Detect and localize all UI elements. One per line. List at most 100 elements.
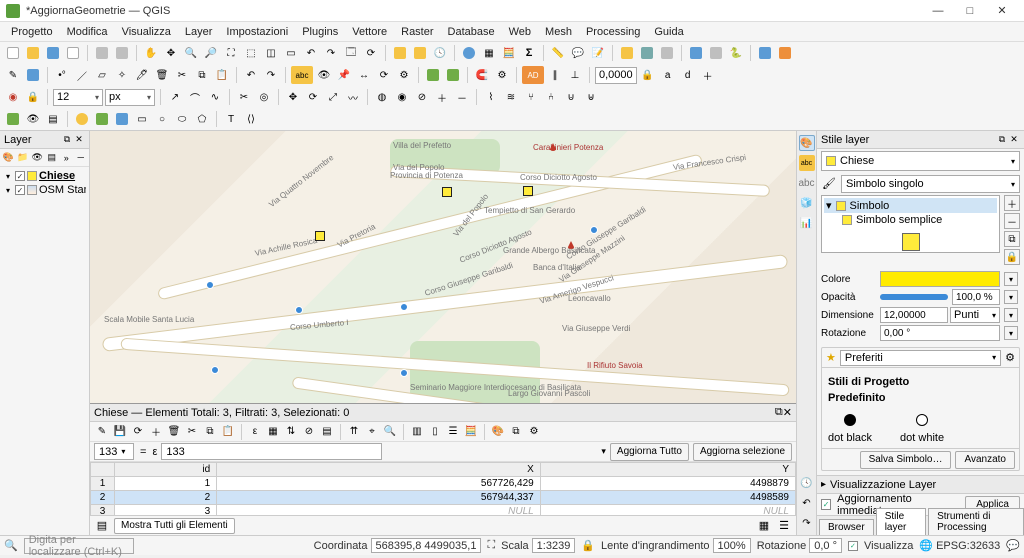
modify-attrs-button[interactable]: 🖊: [133, 66, 151, 84]
add-point-button[interactable]: •°: [53, 66, 71, 84]
field-calc-button[interactable]: 🧮: [463, 424, 479, 440]
size-unit-combo[interactable]: Punti: [950, 307, 1000, 323]
col-y[interactable]: Y: [540, 463, 795, 477]
copy-features-button[interactable]: ⧉: [202, 424, 218, 440]
feature-marker[interactable]: [315, 231, 325, 241]
form-view-button2[interactable]: ☰: [776, 518, 792, 534]
menu-processing[interactable]: Processing: [579, 24, 647, 40]
coord-box[interactable]: 0,0000: [595, 67, 637, 84]
zoom-in-button[interactable]: 🔍: [182, 44, 200, 62]
symbol-tree-root[interactable]: ▾ Simbolo: [824, 198, 997, 213]
layer-row-osm[interactable]: ▾ ✓ OSM Standard: [3, 183, 86, 197]
merge-attrs-button[interactable]: ⊎: [582, 88, 600, 106]
diagram-button[interactable]: [444, 66, 462, 84]
buffer-button[interactable]: ◎: [255, 88, 273, 106]
view-button[interactable]: 👁: [24, 110, 42, 128]
invert-sel-button[interactable]: ⇅: [283, 424, 299, 440]
delete-part-button[interactable]: －: [453, 88, 471, 106]
layer-checkbox[interactable]: ✓: [15, 171, 25, 181]
paste-button[interactable]: 📋: [213, 66, 231, 84]
diagrams-tab[interactable]: 📊: [799, 215, 815, 231]
vertex-tool-button[interactable]: ✧: [113, 66, 131, 84]
actions-button[interactable]: ⚙: [526, 424, 542, 440]
remove-symbol-layer-button[interactable]: －: [1004, 213, 1020, 229]
layer-filter-button[interactable]: ▤: [46, 151, 59, 165]
field-combo[interactable]: 133: [94, 443, 134, 460]
fill-ring-button[interactable]: ◉: [393, 88, 411, 106]
new-geopackage-button[interactable]: [707, 44, 725, 62]
add-part-button[interactable]: ＋: [433, 88, 451, 106]
python-console-button[interactable]: 🐍: [727, 44, 745, 62]
crs-button[interactable]: 🌐 EPSG:32633: [919, 539, 1000, 552]
dsm-button[interactable]: [687, 44, 705, 62]
dock-button[interactable]: ⧉: [508, 424, 524, 440]
col-id[interactable]: id: [115, 463, 217, 477]
size-input[interactable]: [880, 307, 948, 323]
shape-regular-poly-button[interactable]: ⬠: [193, 110, 211, 128]
unit-combo[interactable]: px: [105, 89, 155, 106]
zoom-selection-button[interactable]: ◫: [262, 44, 280, 62]
annotation-button[interactable]: 📝: [589, 44, 607, 62]
attr-panel-close[interactable]: ✕: [783, 406, 792, 419]
shape-ellipse-button[interactable]: ⬭: [173, 110, 191, 128]
opacity-dd-button[interactable]: ▾: [1004, 290, 1018, 304]
map-tips-button[interactable]: 💬: [569, 44, 587, 62]
pan-to-selection-button[interactable]: ✥: [162, 44, 180, 62]
label-abc-button[interactable]: abc: [291, 66, 313, 84]
shape-poly-button[interactable]: [113, 110, 131, 128]
open-attr-table-button[interactable]: ▦: [480, 44, 498, 62]
identify-button[interactable]: [460, 44, 478, 62]
fav-combo[interactable]: Preferiti: [840, 350, 1001, 366]
new-project-button[interactable]: [4, 44, 22, 62]
trim-button[interactable]: ✂: [235, 88, 253, 106]
digitize-stream-button[interactable]: ∿: [206, 88, 224, 106]
duplicate-symbol-layer-button[interactable]: ⧉: [1004, 231, 1020, 247]
rotate-feature-button[interactable]: ⟳: [304, 88, 322, 106]
move-feature-button[interactable]: ✥: [284, 88, 302, 106]
undo-button[interactable]: ↶: [242, 66, 260, 84]
organize-cols-button[interactable]: ☰: [445, 424, 461, 440]
messages-button[interactable]: 💬: [1006, 539, 1020, 552]
size-combo[interactable]: 12: [53, 89, 103, 106]
select-by-value-button[interactable]: [638, 44, 656, 62]
delete-field-button[interactable]: ▯: [427, 424, 443, 440]
move-top-button[interactable]: ⇈: [346, 424, 362, 440]
zoom-next-button[interactable]: ↷: [322, 44, 340, 62]
layer-add-group-button[interactable]: 📁: [17, 151, 30, 165]
style-panel-close[interactable]: ✕: [1008, 134, 1020, 146]
digitize-curve-button[interactable]: ⌒: [186, 88, 204, 106]
tab-style-layer[interactable]: Stile layer: [876, 508, 926, 535]
layout-manager-button[interactable]: [93, 44, 111, 62]
cad-parallel-button[interactable]: ∥: [546, 66, 564, 84]
style-dot-black[interactable]: dot black: [828, 414, 872, 444]
add-line-button[interactable]: ／: [73, 66, 91, 84]
layers-panel-float[interactable]: ⧉: [61, 134, 73, 146]
label-pin-button[interactable]: 📌: [335, 66, 353, 84]
refresh-button[interactable]: ⟳: [362, 44, 380, 62]
3d-tab[interactable]: 🧊: [799, 195, 815, 211]
deselect-button[interactable]: ⊘: [301, 424, 317, 440]
cond-fmt-button[interactable]: 🎨: [490, 424, 506, 440]
stats-button[interactable]: Σ: [520, 44, 538, 62]
menu-progetto[interactable]: Progetto: [4, 24, 60, 40]
label-move-button[interactable]: ↔: [355, 66, 373, 84]
cad-perp-button[interactable]: ⊥: [566, 66, 584, 84]
new-map-view-button[interactable]: 🗔: [342, 44, 360, 62]
symbol-tree-child[interactable]: Simbolo semplice: [824, 213, 997, 227]
layer-checkbox[interactable]: ✓: [15, 185, 25, 195]
shape-line-button[interactable]: [93, 110, 111, 128]
shape-rect-button[interactable]: ▭: [133, 110, 151, 128]
live-update-checkbox[interactable]: ✓: [821, 499, 831, 510]
cad-toggle-button[interactable]: AD: [522, 66, 544, 84]
new-print-layout-button[interactable]: [64, 44, 82, 62]
edit-toggle-button[interactable]: ✎: [4, 66, 22, 84]
attr-panel-float[interactable]: ⧉: [775, 406, 783, 419]
layer-style-button[interactable]: 🎨: [2, 151, 15, 165]
new-bookmark-button[interactable]: [391, 44, 409, 62]
pan-to-button[interactable]: ⌖: [364, 424, 380, 440]
save-symbol-button[interactable]: Salva Simbolo…: [860, 451, 952, 469]
feature-marker[interactable]: [442, 187, 452, 197]
copy-button[interactable]: ⧉: [193, 66, 211, 84]
update-selection-button[interactable]: Aggiorna selezione: [693, 443, 792, 461]
offset-button[interactable]: ≋: [502, 88, 520, 106]
